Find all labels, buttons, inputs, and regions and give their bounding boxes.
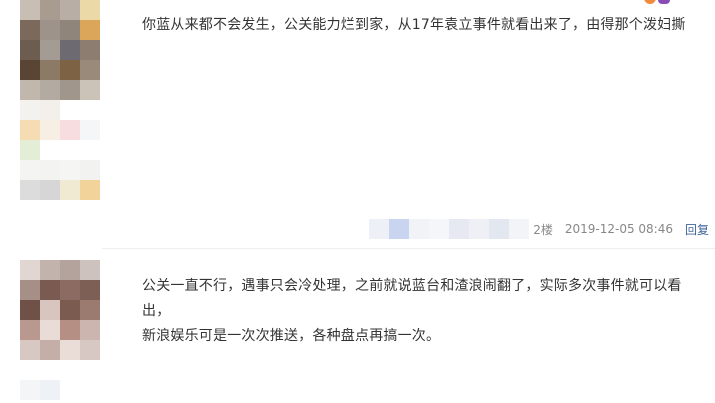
- comment-meta: 2楼 2019-12-05 08:46 回复: [369, 217, 709, 241]
- reply-link[interactable]: 回复: [685, 221, 709, 238]
- comment-text: 公关一直不行，遇事只会冷处理，之前就说蓝台和渣浪闹翻了，实际多次事件就可以看出，…: [142, 274, 707, 349]
- comment-body: 你蓝从来都不会发生，公关能力烂到家，从17年袁立事件就看出来了，由得那个泼妇撕: [142, 17, 686, 33]
- badge-icon: [642, 0, 672, 6]
- comment-body-line: 公关一直不行，遇事只会冷处理，之前就说蓝台和渣浪闹翻了，实际多次事件就可以看出，: [142, 278, 682, 319]
- comment-timestamp: 2019-12-05 08:46: [564, 222, 673, 236]
- floor-number: 2楼: [533, 222, 553, 237]
- comment-body-line: 新浪娱乐可是一次次推送，各种盘点再搞一次。: [142, 328, 441, 344]
- comment-divider: [102, 248, 715, 249]
- avatar[interactable]: [20, 0, 100, 200]
- username[interactable]: [369, 219, 530, 239]
- comment-text: 你蓝从来都不会发生，公关能力烂到家，从17年袁立事件就看出来了，由得那个泼妇撕: [142, 13, 707, 38]
- avatar[interactable]: [20, 260, 100, 400]
